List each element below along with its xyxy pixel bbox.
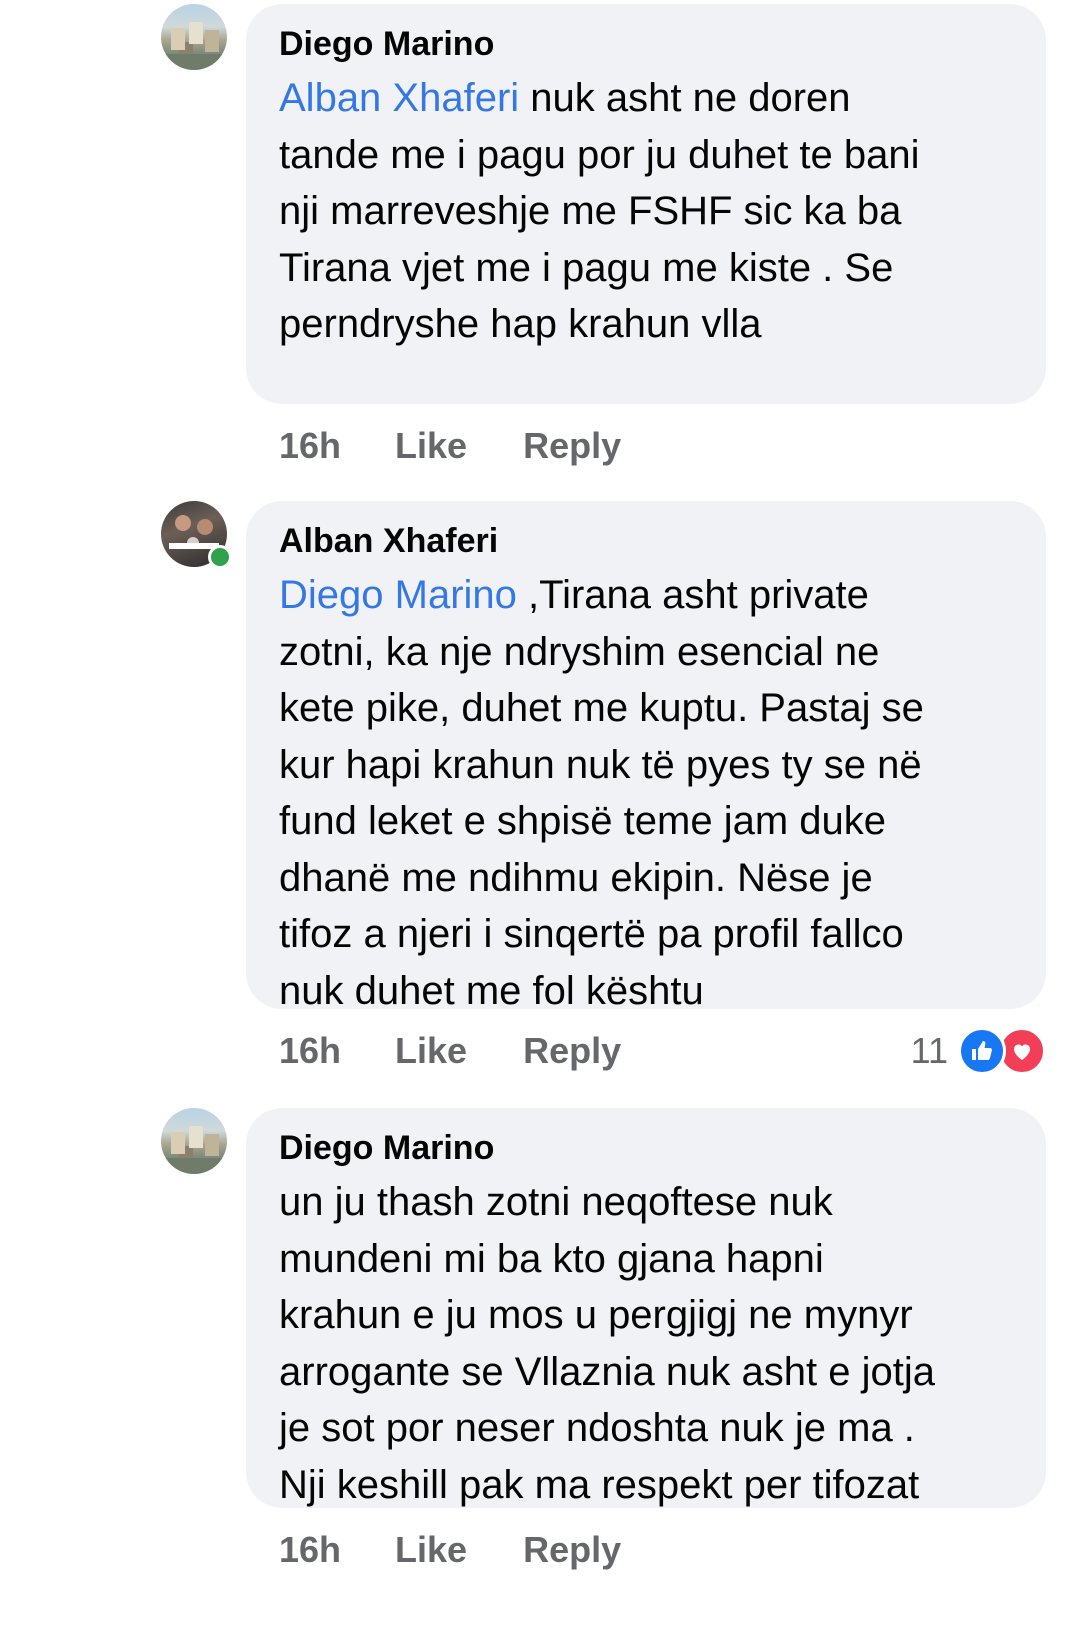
comment-actions: 16h Like Reply <box>279 424 621 468</box>
author-avatar[interactable] <box>161 4 227 70</box>
online-status-indicator <box>208 545 232 569</box>
reaction-summary[interactable]: 11 <box>911 1027 1046 1075</box>
reaction-count: 11 <box>910 1030 948 1071</box>
comment-bubble: Alban Xhaferi Diego Marino ,Tirana asht … <box>246 501 1046 1013</box>
reply-button[interactable]: Reply <box>523 1029 621 1073</box>
comment-time[interactable]: 16h <box>279 1528 341 1572</box>
comment-time[interactable]: 16h <box>279 424 341 468</box>
comment-author[interactable]: Alban Xhaferi <box>279 521 1012 561</box>
comment-text: un ju thash zotni neqoftese nuk mundeni m… <box>279 1180 935 1507</box>
mention-link[interactable]: Alban Xhaferi <box>279 76 519 120</box>
comment-text: Diego Marino ,Tirana asht private zotni, … <box>279 573 924 1013</box>
author-avatar[interactable] <box>161 1108 227 1174</box>
reply-button[interactable]: Reply <box>523 1528 621 1572</box>
comment-actions: 16h Like Reply <box>279 1029 621 1073</box>
like-button[interactable]: Like <box>395 1029 467 1073</box>
comment-author[interactable]: Diego Marino <box>279 1128 1012 1168</box>
comment-bubble: Diego Marino Alban Xhaferi nuk asht ne d… <box>246 4 1046 404</box>
reply-button[interactable]: Reply <box>523 424 621 468</box>
like-reaction-icon <box>958 1027 1006 1075</box>
comment-bubble: Diego Marino un ju thash zotni neqoftese… <box>246 1108 1046 1508</box>
like-button[interactable]: Like <box>395 1528 467 1572</box>
comment-text: Alban Xhaferi nuk asht ne doren tande me … <box>279 76 920 346</box>
comment-author[interactable]: Diego Marino <box>279 24 1012 64</box>
mention-link[interactable]: Diego Marino <box>279 573 517 617</box>
comment-actions: 16h Like Reply <box>279 1528 621 1572</box>
like-button[interactable]: Like <box>395 424 467 468</box>
comment-time[interactable]: 16h <box>279 1029 341 1073</box>
